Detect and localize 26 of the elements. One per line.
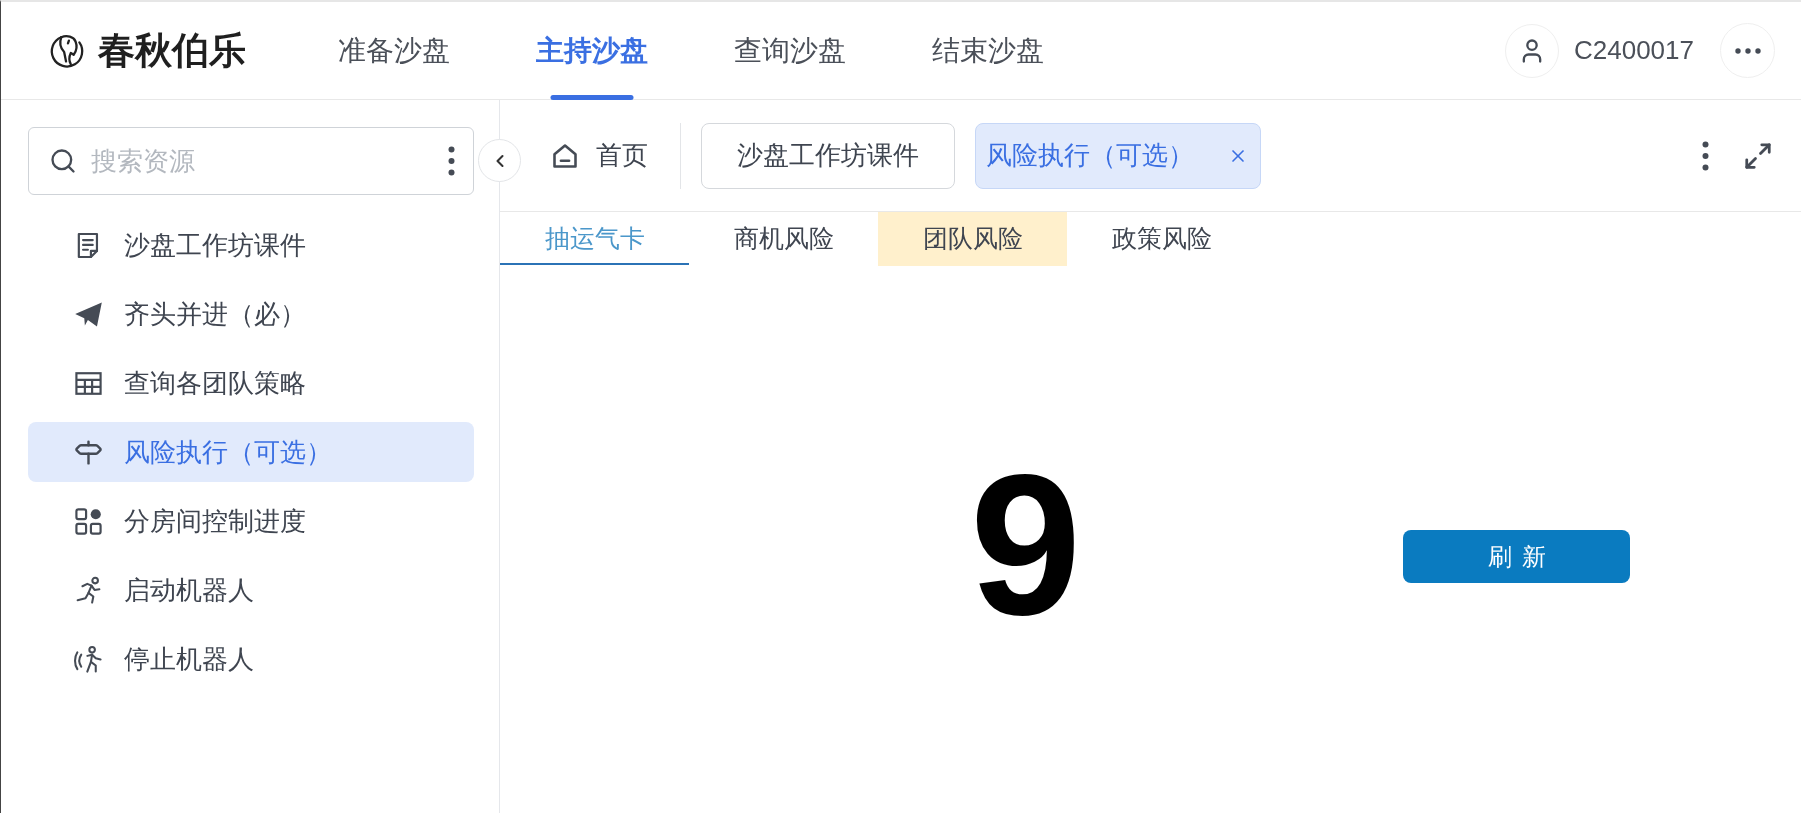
sub-tab[interactable]: 团队风险 — [878, 212, 1067, 266]
kebab-menu-icon[interactable] — [448, 146, 455, 176]
search-input[interactable]: 搜索资源 — [91, 141, 448, 181]
person-with-waves-icon — [74, 644, 103, 674]
nav-tab[interactable]: 准备沙盘 — [338, 2, 450, 99]
page-tab[interactable]: 沙盘工作坊课件 — [701, 122, 955, 189]
refresh-button[interactable]: 刷新 — [1403, 530, 1631, 583]
expand-icon[interactable] — [1743, 140, 1773, 171]
search-field[interactable]: 搜索资源 — [28, 127, 474, 195]
home-icon — [551, 141, 579, 170]
signpost-icon — [74, 437, 103, 467]
kebab-menu-icon[interactable] — [1702, 140, 1709, 171]
page-tab[interactable]: 风险执行（可选） — [975, 122, 1261, 189]
more-icon — [1734, 47, 1761, 54]
collapse-button[interactable] — [478, 139, 521, 182]
nav-tab[interactable]: 查询沙盘 — [734, 2, 846, 99]
home-tab[interactable]: 首页 — [551, 136, 648, 175]
counter-value: 9 — [970, 445, 1082, 645]
search-icon — [49, 147, 77, 175]
nav-tab[interactable]: 结束沙盘 — [932, 2, 1044, 99]
grid-icon — [74, 506, 103, 536]
nav-tab[interactable]: 主持沙盘 — [536, 2, 648, 99]
user-id: C2400017 — [1574, 34, 1694, 67]
brand-name: 春秋伯乐 — [98, 32, 246, 69]
running-person-icon — [74, 575, 103, 605]
sidebar-item[interactable]: 风险执行（可选） — [28, 422, 474, 482]
